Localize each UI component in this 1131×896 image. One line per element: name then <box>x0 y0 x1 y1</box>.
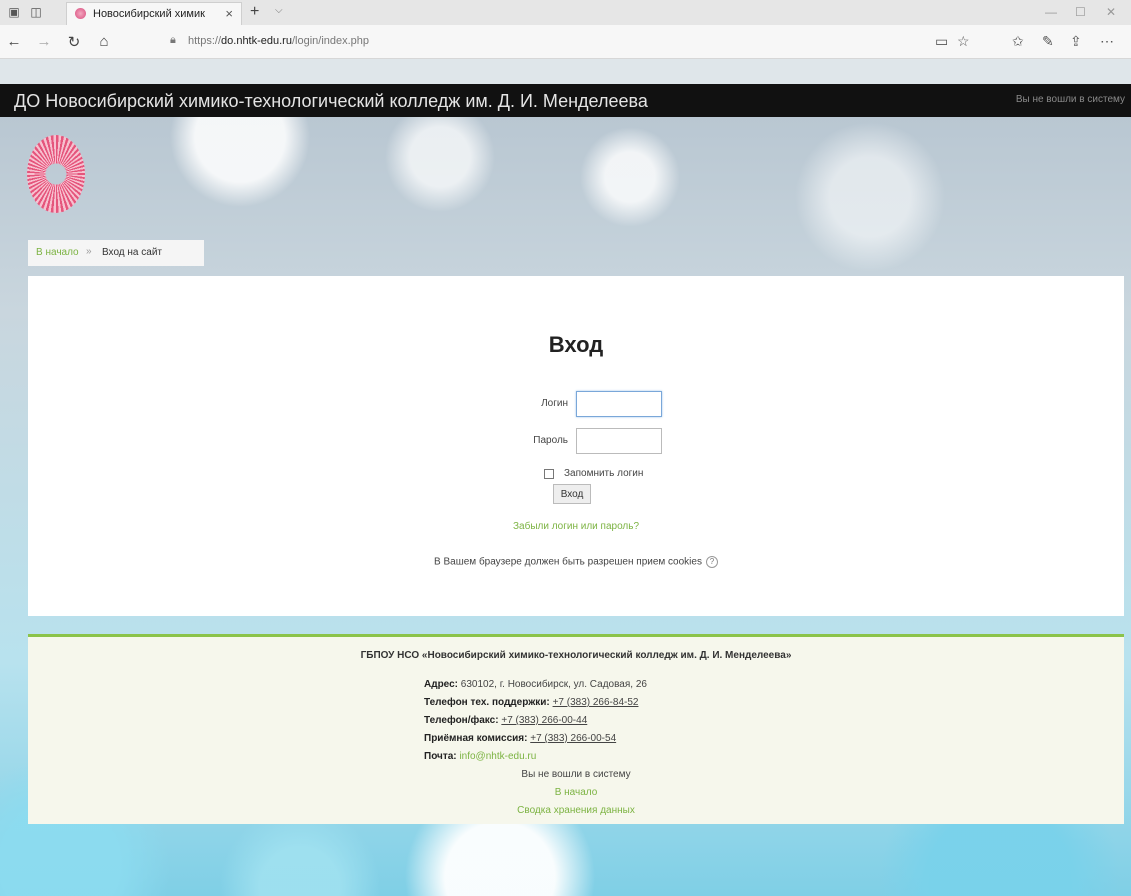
breadcrumb-home-link[interactable]: В начало <box>36 247 79 258</box>
tab-title: Новосибирский химик <box>93 8 205 20</box>
admission-phone-link[interactable]: +7 (383) 266-00-54 <box>530 733 616 744</box>
help-icon[interactable]: ? <box>705 556 718 568</box>
footer-login-status: Вы не вошли в систему <box>521 769 631 780</box>
support-phone-link[interactable]: +7 (383) 266-84-52 <box>553 697 639 708</box>
email-label: Почта: <box>424 751 457 762</box>
data-retention-link[interactable]: Сводка хранения данных <box>28 805 1124 816</box>
breadcrumb-separator: » <box>86 246 92 257</box>
cookies-notice-text: В Вашем браузере должен быть разрешен пр… <box>434 556 702 568</box>
close-tab-icon[interactable]: × <box>225 6 233 21</box>
username-label: Логин <box>541 398 568 409</box>
url-host: do.nhtk-edu.ru <box>221 35 292 47</box>
footer-phone-fax: Телефон/факс: +7 (383) 266-00-44 <box>424 715 587 726</box>
pen-notes-icon[interactable]: ✎ <box>1042 33 1054 50</box>
close-window-icon[interactable]: ✕ <box>1106 5 1116 19</box>
back-icon[interactable]: ← <box>4 33 24 50</box>
forward-icon[interactable]: → <box>34 33 54 50</box>
college-logo[interactable] <box>27 135 85 213</box>
footer-address: Адрес: 630102, г. Новосибирск, ул. Садов… <box>424 679 647 690</box>
tabs-aside-icon[interactable]: ◫ <box>28 5 44 19</box>
password-input[interactable] <box>576 428 662 454</box>
login-heading: Вход <box>548 332 604 357</box>
maximize-icon[interactable]: ☐ <box>1075 5 1086 19</box>
url-prefix: https:// <box>188 35 222 47</box>
remember-username-label[interactable]: Запомнить логин <box>564 468 643 479</box>
phonefax-label: Телефон/факс: <box>424 715 499 726</box>
site-favicon-icon <box>75 8 86 19</box>
chevron-down-icon[interactable]: ⌵ <box>275 5 283 16</box>
forgot-password-link[interactable]: Забыли логин или пароль? <box>28 521 1124 532</box>
support-label: Телефон тех. поддержки: <box>424 697 550 708</box>
browser-tab[interactable]: Новосибирский химик × <box>66 2 242 25</box>
more-icon[interactable]: ⋯ <box>1100 33 1114 50</box>
footer-admission: Приёмная комиссия: +7 (383) 266-00-54 <box>424 733 616 744</box>
refresh-icon[interactable]: ↻ <box>64 33 84 51</box>
login-panel: Вход Логин Пароль Запомнить логин Вход З… <box>28 276 1124 616</box>
footer: ГБПОУ НСО «Новосибирский химико-технолог… <box>28 634 1124 824</box>
phonefax-link[interactable]: +7 (383) 266-00-44 <box>501 715 587 726</box>
footer-email: Почта: info@nhtk-edu.ru <box>424 751 536 762</box>
browser-tab-bar: ▣ ◫ Новосибирский химик × + ⌵ — ☐ ✕ <box>0 0 1131 25</box>
address-bar: ← → ↻ ⌂ 🔒︎ https://do.nhtk-edu.ru/login/… <box>0 25 1131 59</box>
login-button[interactable]: Вход <box>553 484 591 504</box>
address-value: 630102, г. Новосибирск, ул. Садовая, 26 <box>460 679 647 690</box>
breadcrumb: В начало » Вход на сайт <box>28 240 204 266</box>
home-icon[interactable]: ⌂ <box>94 33 114 50</box>
admission-label: Приёмная комиссия: <box>424 733 528 744</box>
cookies-notice: В Вашем браузере должен быть разрешен пр… <box>28 556 1124 568</box>
reading-view-icon[interactable]: ▭ <box>935 33 948 50</box>
favorite-star-icon[interactable]: ☆ <box>957 33 970 50</box>
email-link[interactable]: info@nhtk-edu.ru <box>459 751 536 762</box>
username-input[interactable] <box>576 391 662 417</box>
new-tab-icon[interactable]: + <box>250 3 259 21</box>
login-status: Вы не вошли в систему <box>1015 94 1125 105</box>
address-label: Адрес: <box>424 679 458 690</box>
footer-support-phone: Телефон тех. поддержки: +7 (383) 266-84-… <box>424 697 638 708</box>
footer-org-name: ГБПОУ НСО «Новосибирский химико-технолог… <box>360 650 792 661</box>
footer-home-link[interactable]: В начало <box>28 787 1124 798</box>
url-path: /login/index.php <box>291 35 370 47</box>
tab-actions-icon[interactable]: ▣ <box>6 5 22 19</box>
password-label: Пароль <box>533 435 568 446</box>
breadcrumb-current: Вход на сайт <box>102 247 162 258</box>
share-icon[interactable]: ⇪ <box>1070 33 1082 50</box>
url-field[interactable]: 🔒︎ https://do.nhtk-edu.ru/login/index.ph… <box>170 32 950 52</box>
site-navbar: ДО Новосибирский химико-технологический … <box>0 84 1131 117</box>
lock-icon: 🔒︎ <box>170 34 176 46</box>
favorites-hub-icon[interactable]: ✩ <box>1012 33 1024 50</box>
minimize-icon[interactable]: — <box>1045 5 1057 19</box>
site-name-link[interactable]: ДО Новосибирский химико-технологический … <box>14 91 648 112</box>
remember-username-checkbox[interactable] <box>544 469 554 479</box>
